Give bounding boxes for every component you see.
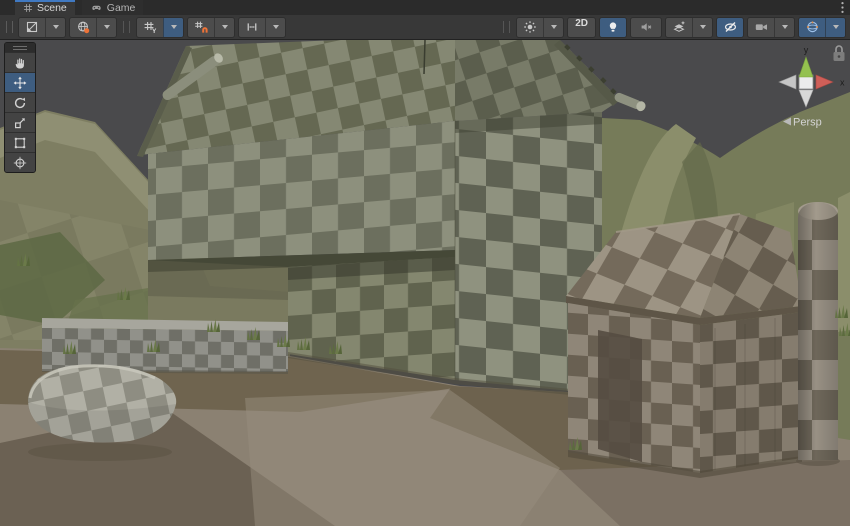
tab-scene-label: Scene — [37, 2, 67, 14]
tab-game[interactable]: Game — [82, 0, 144, 15]
tool-scale[interactable] — [5, 112, 35, 132]
grid-snapping-dropdown[interactable] — [214, 18, 234, 37]
toolbar-separator — [123, 21, 130, 33]
camera-settings-button[interactable] — [747, 17, 795, 38]
skybox-globe-icon — [76, 20, 90, 34]
gamepad-icon — [90, 2, 103, 13]
sun-icon — [523, 20, 537, 34]
effects-dropdown[interactable] — [692, 18, 712, 37]
scene-toolbar: Y — [0, 15, 850, 40]
gizmos-dropdown[interactable] — [825, 18, 845, 37]
move-snap-button[interactable] — [238, 17, 286, 38]
scene-visibility-button[interactable] — [716, 17, 744, 38]
scene-view-options-dropdown[interactable] — [96, 18, 116, 37]
speaker-muted-icon — [639, 20, 653, 34]
round-pillar[interactable] — [796, 202, 840, 466]
svg-text:Y: Y — [152, 28, 157, 34]
eye-slash-icon — [723, 20, 738, 34]
tool-rect[interactable] — [5, 132, 35, 152]
tool-transform[interactable] — [5, 152, 35, 172]
tools-drag-handle[interactable] — [5, 43, 35, 52]
tool-move[interactable] — [5, 72, 35, 92]
lean-to-shed[interactable] — [566, 214, 802, 478]
grid-visibility-button[interactable]: Y — [136, 17, 184, 38]
2d-label: 2D — [570, 18, 593, 37]
scene-viewport[interactable]: y x Persp — [0, 40, 850, 526]
2d-toggle-button[interactable]: 2D — [567, 17, 596, 38]
toolbar-separator — [503, 21, 510, 33]
hand-icon — [13, 56, 27, 70]
snap-magnet-icon — [194, 20, 208, 34]
scene-render: y x Persp — [0, 40, 850, 526]
toolbar-drag-handle[interactable] — [6, 21, 13, 33]
tab-game-label: Game — [107, 2, 136, 14]
scene-view-options-button[interactable] — [69, 17, 117, 38]
tool-rotate[interactable] — [5, 92, 35, 112]
audio-mute-button[interactable] — [630, 17, 662, 38]
effects-layers-icon — [672, 20, 686, 34]
snap-increment-icon — [245, 20, 259, 34]
scene-lighting-button[interactable] — [599, 17, 627, 38]
tab-scene[interactable]: Scene — [15, 0, 75, 15]
round-stump[interactable] — [28, 365, 176, 461]
tool-view-hand[interactable] — [5, 52, 35, 72]
transform-icon — [13, 156, 27, 170]
shed-door-opening — [598, 330, 642, 462]
lighting-debug-button[interactable] — [516, 17, 564, 38]
rotate-icon — [13, 96, 27, 110]
gizmo-y-label: y — [804, 45, 809, 55]
grid-visibility-dropdown[interactable] — [163, 18, 183, 37]
persp-label: Persp — [793, 117, 822, 129]
toolbar-right-group: 2D — [500, 17, 846, 38]
rect-tool-icon — [13, 136, 27, 150]
unity-scene-view-window: Scene Game — [0, 0, 850, 526]
draw-mode-dropdown[interactable] — [45, 18, 65, 37]
gizmo-x-label: x — [840, 78, 845, 88]
lightbulb-icon — [606, 20, 620, 34]
camera-settings-dropdown[interactable] — [774, 18, 794, 37]
kebab-menu-icon[interactable] — [835, 0, 850, 15]
hanging-pole — [424, 40, 425, 74]
grid-icon: Y — [143, 20, 157, 34]
camera-icon — [754, 20, 769, 34]
lighting-debug-dropdown[interactable] — [543, 18, 563, 37]
gizmos-sphere-icon — [805, 20, 820, 34]
draw-mode-icon — [25, 20, 39, 34]
gizmos-button[interactable] — [798, 17, 846, 38]
move-icon — [13, 76, 27, 90]
grid-snapping-button[interactable] — [187, 17, 235, 38]
tools-overlay — [4, 42, 36, 173]
tab-strip: Scene Game — [0, 0, 850, 15]
draw-mode-button[interactable] — [18, 17, 66, 38]
move-snap-dropdown[interactable] — [265, 18, 285, 37]
scene-grid-icon — [23, 3, 33, 13]
effects-button[interactable] — [665, 17, 713, 38]
scale-icon — [13, 116, 27, 130]
